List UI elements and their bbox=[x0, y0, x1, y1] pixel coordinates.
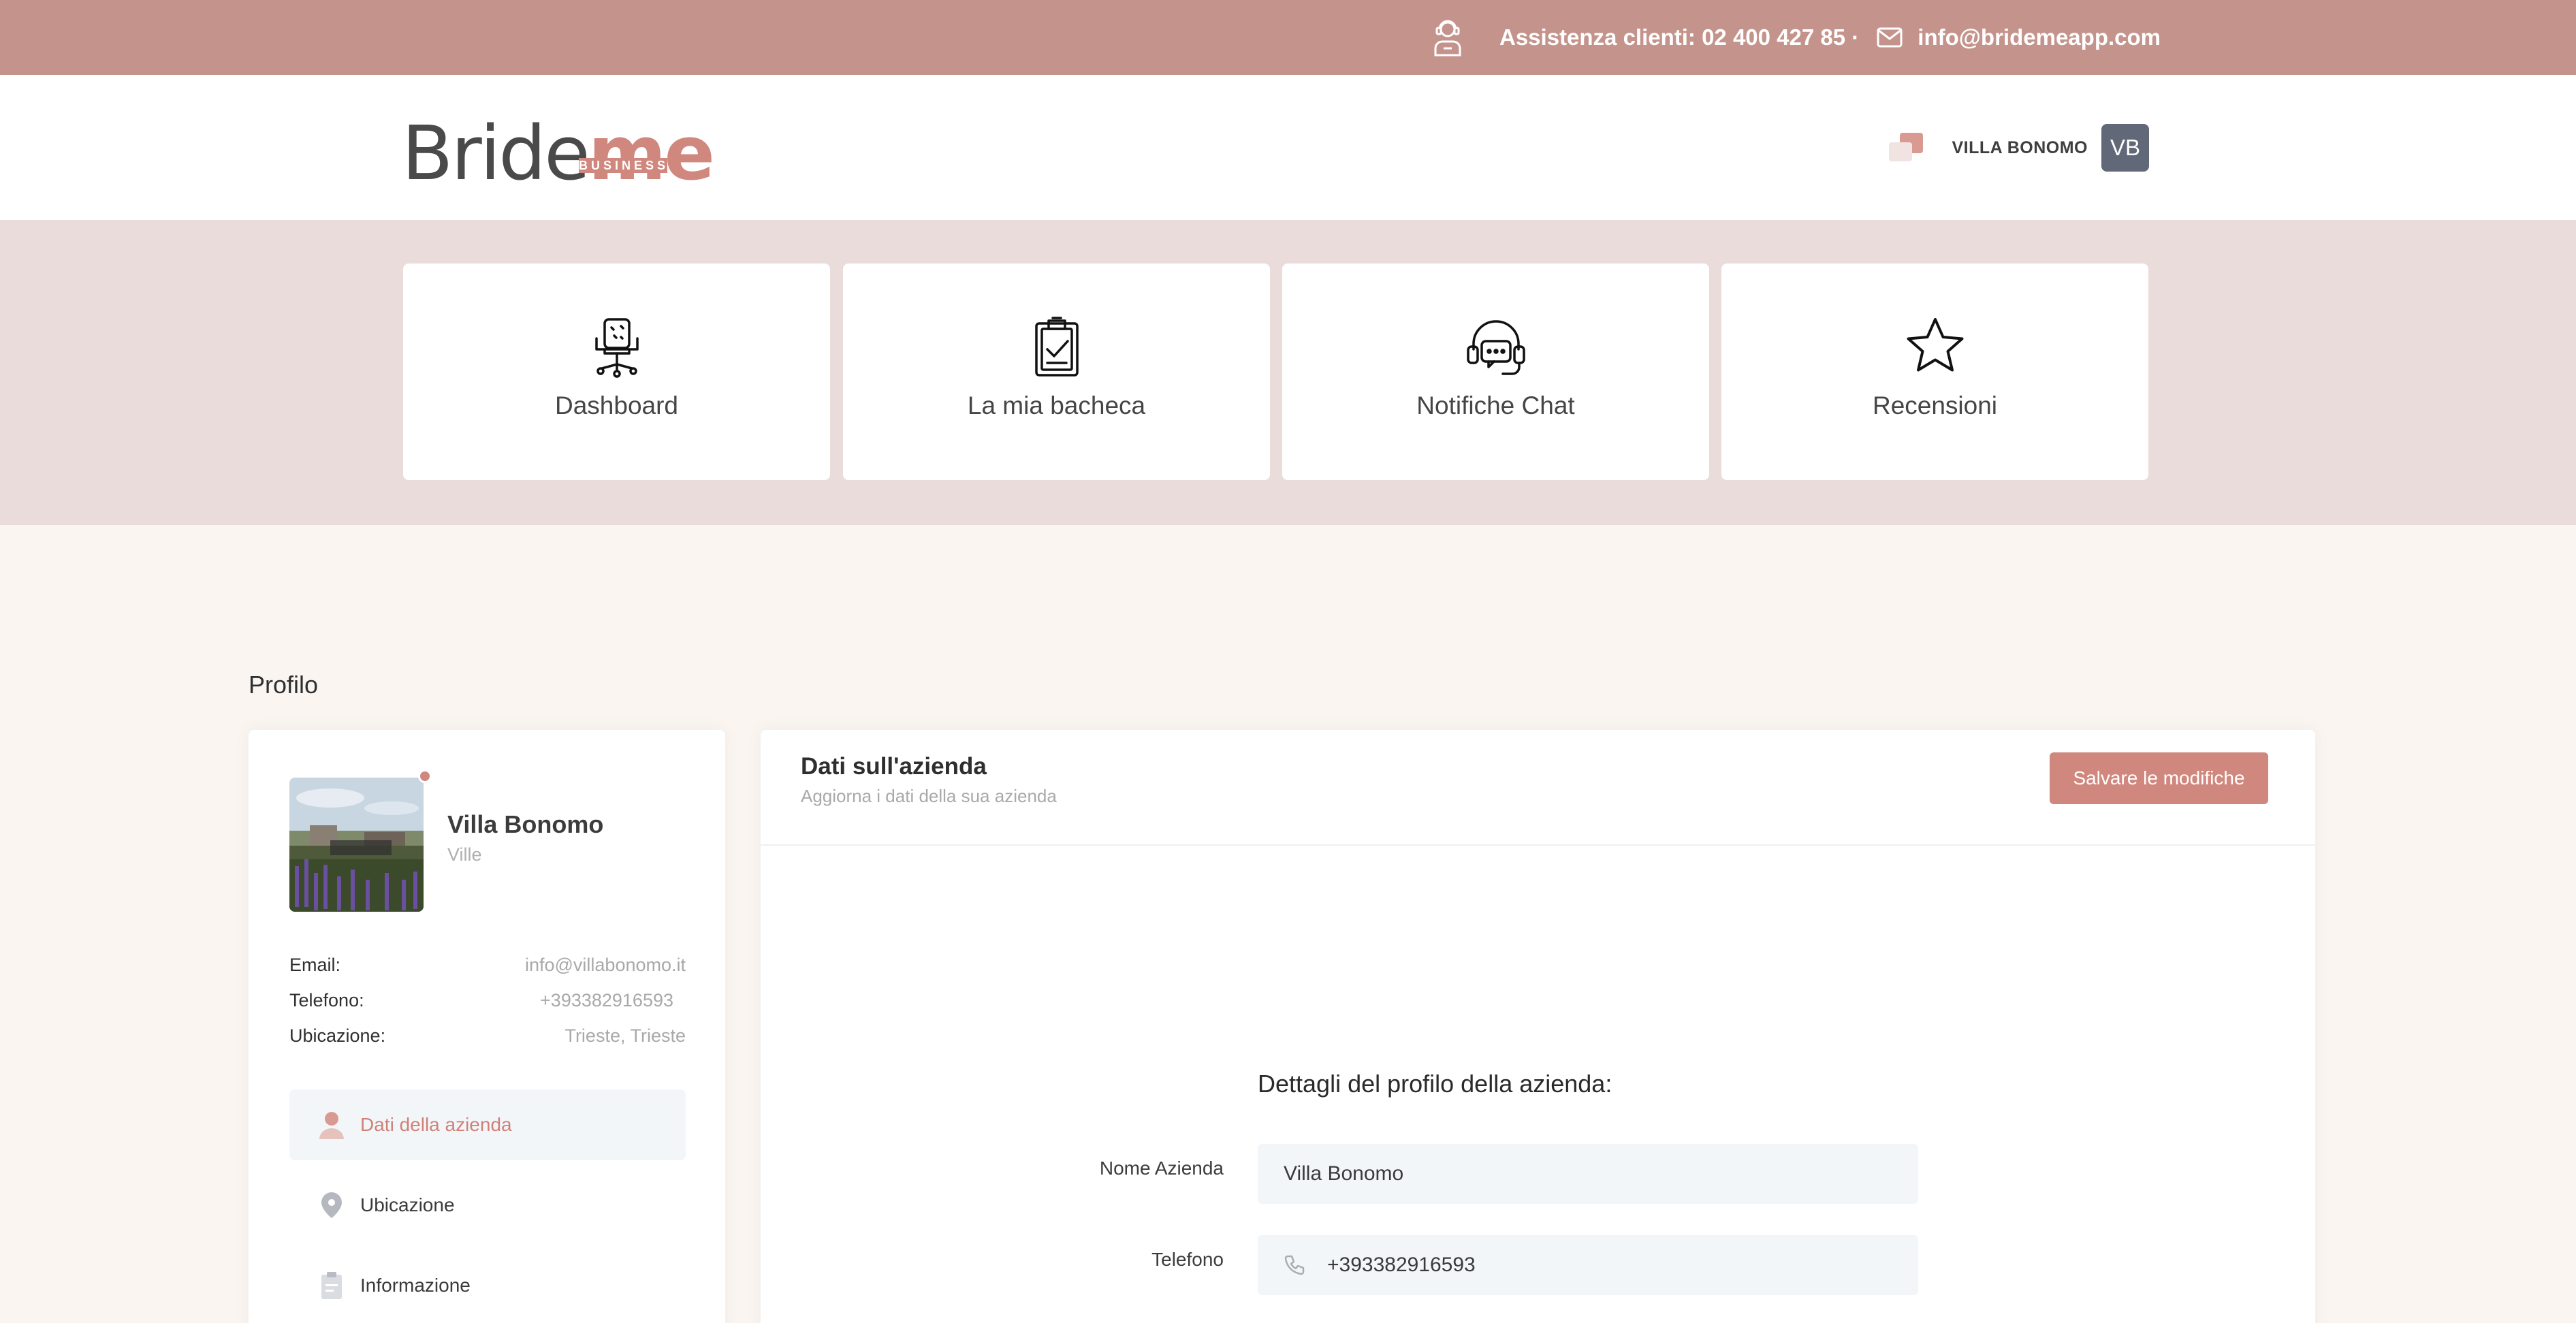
info-label: Ubicazione: bbox=[289, 1025, 386, 1046]
menu-item-label: Dati della azienda bbox=[360, 1114, 512, 1135]
nav-tile-bacheca[interactable]: La mia bacheca bbox=[843, 264, 1270, 480]
logo-me-text: me bbox=[588, 110, 715, 197]
page-title: Profilo bbox=[249, 671, 319, 699]
nav-tile-label: Recensioni bbox=[1872, 392, 1998, 419]
info-row-location: Ubicazione: Trieste, Trieste bbox=[289, 1025, 686, 1053]
phone-input[interactable]: +393382916593 bbox=[1258, 1235, 1918, 1295]
company-card-header: Dati sull'azienda Aggiorna i dati della … bbox=[761, 730, 2315, 846]
top-bar: Assistenza clienti: 02 400 427 85 · info… bbox=[0, 0, 2576, 75]
menu-item-label: Ubicazione bbox=[360, 1194, 455, 1215]
menu-item-label: Informazione bbox=[360, 1275, 471, 1296]
avatar[interactable]: VB bbox=[2101, 124, 2149, 172]
nav-tile-label: Dashboard bbox=[554, 392, 678, 419]
info-row-phone: Telefono: +393382916593 bbox=[289, 990, 686, 1017]
customer-support-icon bbox=[1431, 18, 1464, 57]
header: Brideme BUSINESS VILLA BONOMO VB bbox=[0, 75, 2576, 220]
info-value: +393382916593 bbox=[540, 990, 673, 1010]
menu-item-dati-azienda[interactable]: Dati della azienda bbox=[289, 1089, 686, 1160]
support-email-link[interactable]: info@bridemeapp.com bbox=[1918, 25, 2161, 50]
logo-bride-text: Bride bbox=[402, 110, 590, 197]
nav-tile-dashboard[interactable]: Dashboard bbox=[403, 264, 830, 480]
info-value: Trieste, Trieste bbox=[565, 1025, 686, 1046]
map-pin-icon bbox=[317, 1190, 347, 1220]
nav-tile-recensioni[interactable]: Recensioni bbox=[1721, 264, 2148, 480]
profile-name: Villa Bonomo bbox=[447, 810, 604, 838]
support-contact: Assistenza clienti: 02 400 427 85 · info… bbox=[1431, 0, 2161, 75]
menu-item-informazione[interactable]: Informazione bbox=[289, 1250, 686, 1321]
phone-label: Telefono bbox=[1151, 1249, 1224, 1270]
section-title: Dettagli del profilo della azienda: bbox=[1258, 1070, 1612, 1098]
nav-band: Dashboard La mia bacheca Notifiche Chat … bbox=[0, 220, 2576, 525]
profile-card: Villa Bonomo Ville Email: info@villabono… bbox=[249, 730, 725, 1323]
phone-value: +393382916593 bbox=[1327, 1254, 1476, 1276]
brideme-logo[interactable]: Brideme BUSINESS bbox=[402, 116, 715, 191]
info-row-email: Email: info@villabonomo.it bbox=[289, 955, 686, 982]
mail-icon bbox=[1877, 27, 1903, 48]
user-icon bbox=[317, 1110, 347, 1140]
user-menu[interactable]: VILLA BONOMO VB bbox=[1889, 124, 2149, 172]
profile-category: Ville bbox=[447, 844, 482, 865]
office-chair-icon bbox=[594, 318, 639, 378]
company-name-label: Nome Azienda bbox=[1099, 1158, 1224, 1179]
chat-bubbles-icon[interactable] bbox=[1889, 133, 1924, 163]
info-value: info@villabonomo.it bbox=[524, 955, 686, 975]
logo-wordmark: Brideme bbox=[402, 116, 715, 191]
company-card: Dati sull'azienda Aggiorna i dati della … bbox=[761, 730, 2315, 1323]
nav-tile-label: Notifiche Chat bbox=[1416, 392, 1575, 419]
phone-icon bbox=[1284, 1254, 1305, 1276]
nav-tile-label: La mia bacheca bbox=[967, 392, 1146, 419]
info-label: Email: bbox=[289, 955, 341, 975]
clipboard-icon bbox=[317, 1271, 347, 1301]
logo-business-badge: BUSINESS bbox=[579, 158, 669, 173]
company-card-title: Dati sull'azienda bbox=[801, 753, 987, 780]
user-name[interactable]: VILLA BONOMO bbox=[1952, 138, 2088, 158]
company-name-value: Villa Bonomo bbox=[1284, 1162, 1404, 1185]
headset-icon bbox=[1466, 320, 1525, 375]
menu-item-ubicazione[interactable]: Ubicazione bbox=[289, 1170, 686, 1241]
save-button[interactable]: Salvare le modifiche bbox=[2050, 752, 2268, 804]
support-phone-text: Assistenza clienti: 02 400 427 85 · bbox=[1499, 25, 1860, 50]
info-label: Telefono: bbox=[289, 990, 364, 1010]
profile-photo[interactable] bbox=[289, 778, 424, 912]
nav-tile-notifiche-chat[interactable]: Notifiche Chat bbox=[1282, 264, 1709, 480]
status-dot bbox=[418, 769, 432, 783]
company-name-input[interactable]: Villa Bonomo bbox=[1258, 1144, 1918, 1204]
clipboard-icon bbox=[1034, 317, 1079, 377]
company-card-subtitle: Aggiorna i dati della sua azienda bbox=[801, 786, 1057, 806]
star-icon bbox=[1907, 318, 1963, 372]
